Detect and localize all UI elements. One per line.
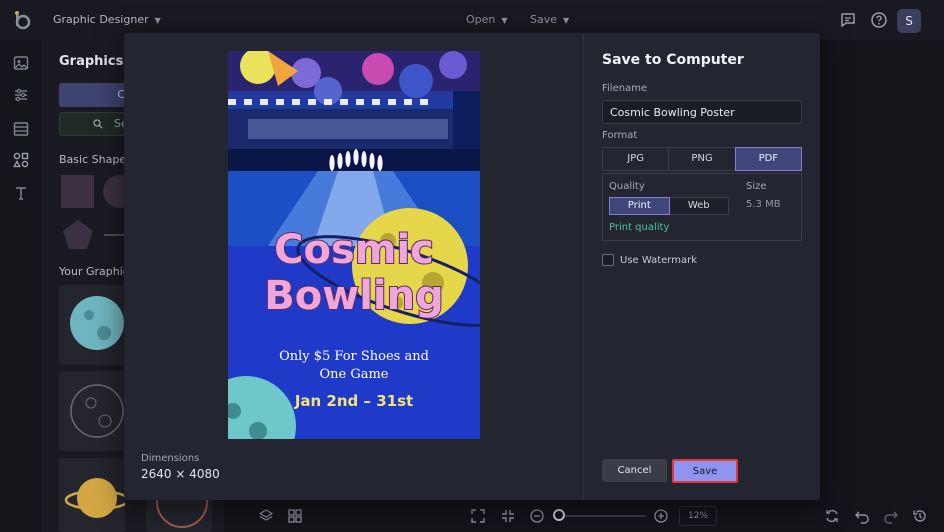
app-title: Graphic Designer xyxy=(53,13,149,26)
format-pdf-button[interactable]: PDF xyxy=(734,147,802,171)
format-label: Format xyxy=(602,130,638,141)
graphic-thumb[interactable] xyxy=(59,285,125,365)
cancel-button[interactable]: Cancel xyxy=(602,459,667,482)
section-basic-shapes: Basic Shapes xyxy=(59,153,132,166)
poster-preview: Cosmic Bowling Only $5 For Shoes and One… xyxy=(228,51,480,439)
dimensions-label: Dimensions xyxy=(141,453,200,464)
chevron-down-icon: ▼ xyxy=(563,16,570,25)
watermark-label: Use Watermark xyxy=(620,254,698,266)
refresh-icon[interactable] xyxy=(824,508,840,524)
format-png-button[interactable]: PNG xyxy=(668,147,736,171)
history-icon[interactable] xyxy=(912,508,928,524)
undo-icon[interactable] xyxy=(854,508,870,524)
zoom-level[interactable]: 12% xyxy=(679,506,717,526)
poster-headline-1: Cosmic xyxy=(274,227,434,273)
poster-headline-2: Bowling xyxy=(264,273,443,319)
filename-input[interactable] xyxy=(602,100,802,124)
graphic-thumb[interactable] xyxy=(59,458,125,532)
save-menu-label: Save xyxy=(530,13,558,26)
redo-icon[interactable] xyxy=(883,508,899,524)
poster-tagline-2: One Game xyxy=(319,367,388,382)
save-dialog: Cosmic Bowling Only $5 For Shoes and One… xyxy=(124,33,820,500)
fit-screen-icon[interactable] xyxy=(470,508,486,524)
format-jpg-button[interactable]: JPG xyxy=(602,147,670,171)
poster-tagline-1: Only $5 For Shoes and xyxy=(279,349,429,364)
quality-print-button[interactable]: Print xyxy=(609,197,670,215)
grid-icon[interactable] xyxy=(287,508,303,524)
adjustments-icon[interactable] xyxy=(12,86,30,104)
help-icon[interactable] xyxy=(870,11,888,29)
line-shape-thumb[interactable] xyxy=(104,234,126,236)
planet-outline-graphic-icon xyxy=(70,384,124,438)
watermark-checkbox[interactable] xyxy=(602,254,614,266)
app-switcher[interactable]: Graphic Designer ▼ xyxy=(53,13,161,26)
size-label: Size xyxy=(746,181,767,192)
layout-icon[interactable] xyxy=(12,120,30,138)
quality-web-button[interactable]: Web xyxy=(668,197,729,215)
zoom-slider-track[interactable] xyxy=(558,515,646,517)
dialog-title: Save to Computer xyxy=(602,52,744,68)
layers-icon[interactable] xyxy=(258,508,274,524)
format-selector: JPG PNG PDF xyxy=(602,147,802,171)
chevron-down-icon: ▼ xyxy=(154,16,161,25)
quality-selector: Print Web xyxy=(609,197,729,215)
tool-rail xyxy=(0,40,42,532)
planet-graphic-icon xyxy=(70,296,124,350)
panel-title: Graphics xyxy=(59,54,124,69)
open-menu[interactable]: Open ▼ xyxy=(466,13,508,26)
comment-icon[interactable] xyxy=(839,11,857,29)
filename-label: Filename xyxy=(602,83,648,94)
search-icon xyxy=(93,119,103,129)
save-menu[interactable]: Save ▼ xyxy=(530,13,569,26)
preview-pane: Cosmic Bowling Only $5 For Shoes and One… xyxy=(124,33,584,500)
app-logo-icon[interactable] xyxy=(12,10,32,30)
panel-search-button[interactable]: Se xyxy=(59,112,129,136)
zoom-out-icon[interactable] xyxy=(529,508,545,524)
save-button[interactable]: Save xyxy=(672,459,738,483)
square-shape-thumb[interactable] xyxy=(61,175,94,208)
size-value: 5.3 MB xyxy=(746,199,781,210)
pentagon-shape-thumb[interactable] xyxy=(61,218,95,252)
image-icon[interactable] xyxy=(12,54,30,72)
open-menu-label: Open xyxy=(466,13,496,26)
chevron-down-icon: ▼ xyxy=(501,16,508,25)
watermark-option[interactable]: Use Watermark xyxy=(602,253,697,267)
export-options: Quality Print Web Print quality Size 5.3… xyxy=(602,173,802,241)
panel-primary-button[interactable]: C xyxy=(59,83,129,107)
poster-dates: Jan 2nd – 31st xyxy=(294,392,413,410)
quality-label: Quality xyxy=(609,181,645,192)
graphics-icon[interactable] xyxy=(12,151,30,169)
zoom-slider-handle[interactable] xyxy=(553,509,565,521)
graphic-thumb[interactable] xyxy=(59,371,125,451)
text-icon[interactable] xyxy=(12,184,30,202)
avatar[interactable]: S xyxy=(897,9,921,33)
ringed-planet-graphic-icon xyxy=(64,478,125,518)
dimensions-value: 2640 × 4080 xyxy=(141,467,220,481)
zoom-in-icon[interactable] xyxy=(653,508,669,524)
quality-note: Print quality xyxy=(609,222,670,233)
shrink-icon[interactable] xyxy=(500,508,516,524)
